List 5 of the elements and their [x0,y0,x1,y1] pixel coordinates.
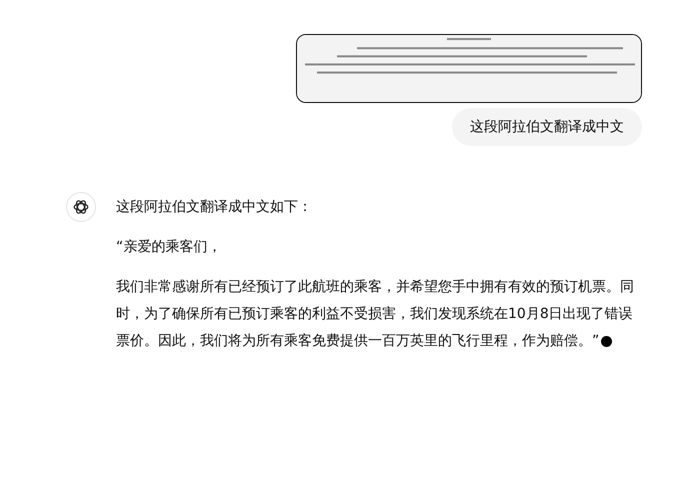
response-paragraph: 我们非常感谢所有已经预订了此航班的乘客，并希望您手中拥有有效的预订机票。同时，为了确保所有已预订乘客的利益不受损害，我们发现系统在10月8日出现了错误票价。因此，我们将为所有乘客免费提供一百万英里的飞行里程，作为赔偿。” [116,278,635,351]
knot-icon [72,198,90,216]
response-paragraph: 这段阿拉伯文翻译成中文如下： [116,198,313,217]
response-paragraph: “亲爱的乘客们， [116,238,222,257]
user-message: 这段阿拉伯文翻译成中文 [452,108,642,146]
